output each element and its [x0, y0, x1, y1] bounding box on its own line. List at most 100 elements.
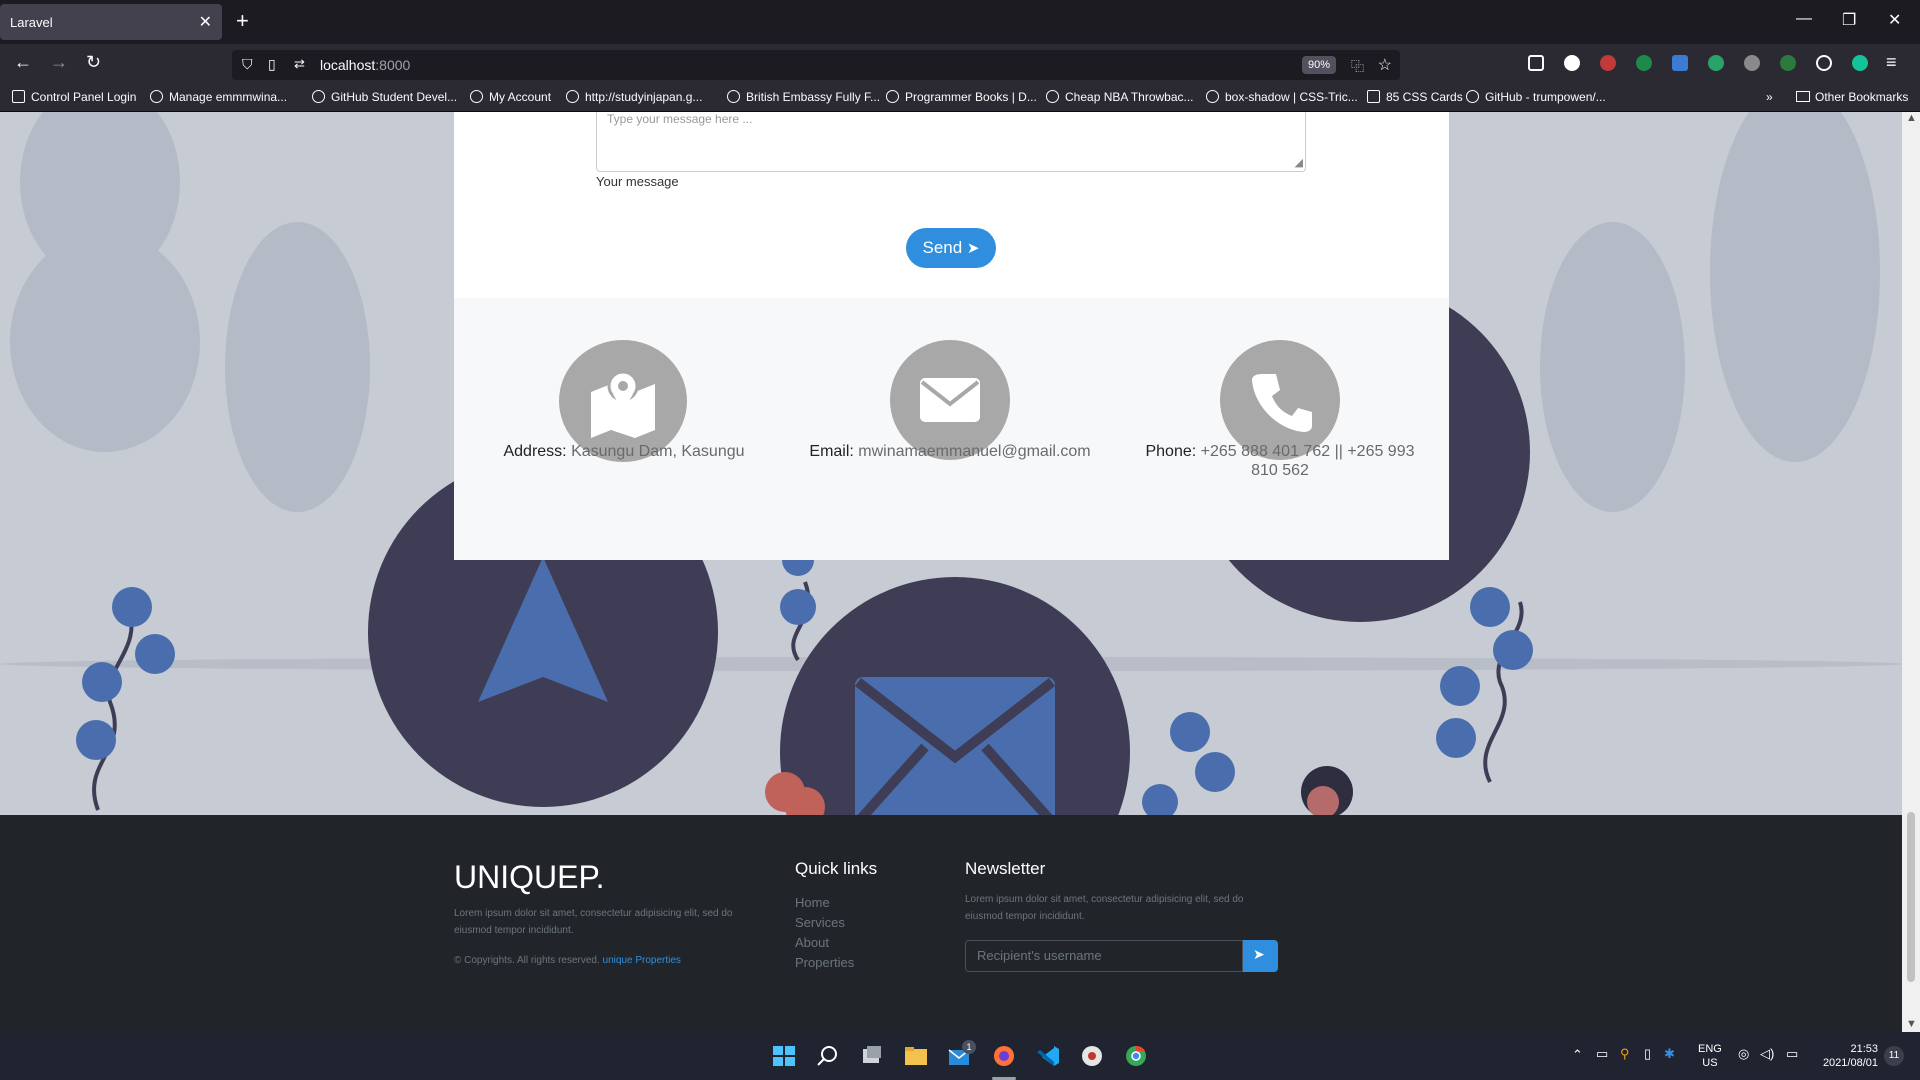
- network-icon[interactable]: ◎: [1738, 1046, 1749, 1062]
- language-indicator[interactable]: ENG US: [1698, 1042, 1722, 1070]
- bookmark-label: Manage emmmwina...: [169, 90, 288, 104]
- page-icon[interactable]: ▯: [268, 56, 276, 73]
- search-icon[interactable]: [816, 1045, 840, 1067]
- resize-handle-icon[interactable]: ◢: [1295, 156, 1303, 169]
- windows-start-icon[interactable]: [772, 1045, 796, 1067]
- tab-title: Laravel: [10, 15, 53, 30]
- address-value: Kasungu Dam, Kasungu: [571, 443, 745, 460]
- newsletter-input[interactable]: Recipient's username: [965, 940, 1243, 972]
- bookmark-label: GitHub Student Devel...: [331, 90, 458, 104]
- clock[interactable]: 21:53 2021/08/01: [1818, 1042, 1878, 1070]
- bookmark-item[interactable]: GitHub Student Devel...: [312, 90, 457, 104]
- bookmark-item[interactable]: Cheap NBA Throwbac...: [1046, 90, 1194, 104]
- tray-usb-icon[interactable]: ▯: [1644, 1046, 1651, 1062]
- message-textarea[interactable]: Type your message here ... ◢: [596, 112, 1306, 172]
- bookmark-item[interactable]: box-shadow | CSS-Tric...: [1206, 90, 1358, 104]
- footer-link-services[interactable]: Services: [795, 915, 845, 930]
- page-content: Type your message here ... ◢ Your messag…: [0, 112, 1902, 815]
- permissions-icon[interactable]: ⇄: [294, 56, 305, 72]
- file-explorer-icon[interactable]: [904, 1045, 928, 1067]
- footer-link-about[interactable]: About: [795, 935, 829, 950]
- task-view-icon[interactable]: [860, 1045, 884, 1067]
- shield-ext-icon[interactable]: [1780, 55, 1796, 71]
- bookmark-item[interactable]: http://studyinjapan.g...: [566, 90, 702, 104]
- translate-icon[interactable]: ⿻: [1351, 56, 1364, 75]
- tray-device-icon[interactable]: ▭: [1596, 1046, 1608, 1062]
- folder-icon: [1796, 91, 1810, 102]
- other-bookmarks[interactable]: Other Bookmarks: [1796, 90, 1908, 104]
- message-placeholder: Type your message here ...: [607, 112, 753, 126]
- newsletter-text-line: Lorem ipsum dolor sit amet, consectetur …: [965, 894, 1244, 905]
- vscode-icon[interactable]: [1036, 1045, 1060, 1067]
- tray-overflow-icon[interactable]: ⌃: [1572, 1047, 1583, 1063]
- scrollbar-thumb[interactable]: [1907, 812, 1915, 982]
- url-text[interactable]: localhost:8000: [320, 57, 410, 73]
- medium-icon[interactable]: [1564, 55, 1580, 71]
- plant-decoration: [76, 587, 175, 811]
- bookmark-item[interactable]: Programmer Books | D...: [886, 90, 1037, 104]
- firefox-icon[interactable]: [992, 1045, 1016, 1067]
- new-tab-icon[interactable]: +: [236, 8, 249, 34]
- battery-icon[interactable]: ▭: [1786, 1046, 1798, 1062]
- volume-icon[interactable]: ◁): [1760, 1046, 1774, 1062]
- tab-laravel[interactable]: Laravel ✕: [0, 4, 222, 40]
- shield-icon[interactable]: ⛉: [242, 56, 253, 73]
- send-button[interactable]: Send ➤: [906, 228, 996, 268]
- clock-time: 21:53: [1850, 1043, 1878, 1055]
- bookmark-item[interactable]: Control Panel Login: [12, 90, 136, 104]
- bookmark-item[interactable]: GitHub - trumpowen/...: [1466, 90, 1606, 104]
- restore-icon[interactable]: ❐: [1842, 10, 1856, 30]
- newsletter-title: Newsletter: [965, 859, 1046, 878]
- bookmark-item[interactable]: Manage emmmwina...: [150, 90, 287, 104]
- bookmark-item[interactable]: British Embassy Fully F...: [727, 90, 880, 104]
- copyright-link[interactable]: unique Properties: [603, 955, 681, 966]
- scroll-up-icon[interactable]: ▲: [1906, 112, 1917, 124]
- extension-red-icon[interactable]: [1600, 55, 1616, 71]
- contact-info-section: Address: Kasungu Dam, Kasungu Email: mwi…: [454, 298, 1449, 560]
- bookmark-label: Programmer Books | D...: [905, 90, 1037, 104]
- zoom-indicator[interactable]: 90%: [1301, 56, 1336, 74]
- minimize-icon[interactable]: —: [1796, 10, 1812, 28]
- footer-link-properties[interactable]: Properties: [795, 955, 854, 970]
- bookmark-label: http://studyinjapan.g...: [585, 90, 703, 104]
- bluetooth-icon[interactable]: ✱: [1664, 1046, 1675, 1062]
- extension-grey-icon[interactable]: [1744, 55, 1760, 71]
- page-scrollbar[interactable]: ▲ ▼: [1902, 112, 1920, 1032]
- close-tab-icon[interactable]: ✕: [199, 12, 212, 32]
- email-info: Email: mwinamaemmanuel@gmail.com: [790, 442, 1110, 461]
- close-window-icon[interactable]: ✕: [1888, 10, 1901, 30]
- phone-info: Phone: +265 888 401 762 || +265 993 810 …: [1140, 442, 1420, 480]
- bookmark-star-icon[interactable]: ☆: [1378, 55, 1392, 75]
- newsletter-submit-button[interactable]: ➤: [1243, 940, 1278, 972]
- bush-decoration: [765, 772, 825, 815]
- menu-icon[interactable]: ≡: [1886, 52, 1897, 73]
- person-head-decoration: [1301, 766, 1353, 815]
- scroll-down-icon[interactable]: ▼: [1906, 1018, 1917, 1030]
- forward-icon[interactable]: →: [50, 52, 68, 73]
- bookmark-item[interactable]: My Account: [470, 90, 551, 104]
- email-value[interactable]: mwinamaemmanuel@gmail.com: [858, 443, 1090, 460]
- chrome-icon[interactable]: [1124, 1045, 1148, 1067]
- newsletter-text-line: eiusmod tempor incididunt.: [965, 911, 1085, 922]
- translate-ext-icon[interactable]: [1672, 55, 1688, 71]
- bookmark-item[interactable]: 85 CSS Cards: [1367, 90, 1463, 104]
- extension-green-icon[interactable]: [1636, 55, 1652, 71]
- bookmark-label: box-shadow | CSS-Tric...: [1225, 90, 1358, 104]
- back-icon[interactable]: ←: [14, 52, 32, 73]
- pocket-icon[interactable]: [1528, 55, 1544, 71]
- extension-leaf-icon[interactable]: [1708, 55, 1724, 71]
- reload-icon[interactable]: ↻: [86, 52, 101, 73]
- tray-key-icon[interactable]: ⚲: [1620, 1046, 1630, 1062]
- media-player-icon[interactable]: [1080, 1045, 1104, 1067]
- background-tree: [1540, 222, 1685, 512]
- bookmark-label: 85 CSS Cards: [1386, 90, 1463, 104]
- footer-brand[interactable]: UNIQUEP.: [454, 859, 605, 896]
- more-bookmarks-icon[interactable]: »: [1766, 90, 1773, 104]
- region-label: US: [1702, 1057, 1718, 1069]
- url-bar[interactable]: ⛉ ▯ ⇄ localhost:8000 90% ⿻ ☆: [232, 50, 1400, 80]
- url-port: :8000: [375, 57, 411, 73]
- grammarly-icon[interactable]: [1852, 55, 1868, 71]
- react-devtools-icon[interactable]: [1816, 55, 1832, 71]
- footer-link-home[interactable]: Home: [795, 895, 830, 910]
- notification-badge[interactable]: 11: [1884, 1046, 1904, 1066]
